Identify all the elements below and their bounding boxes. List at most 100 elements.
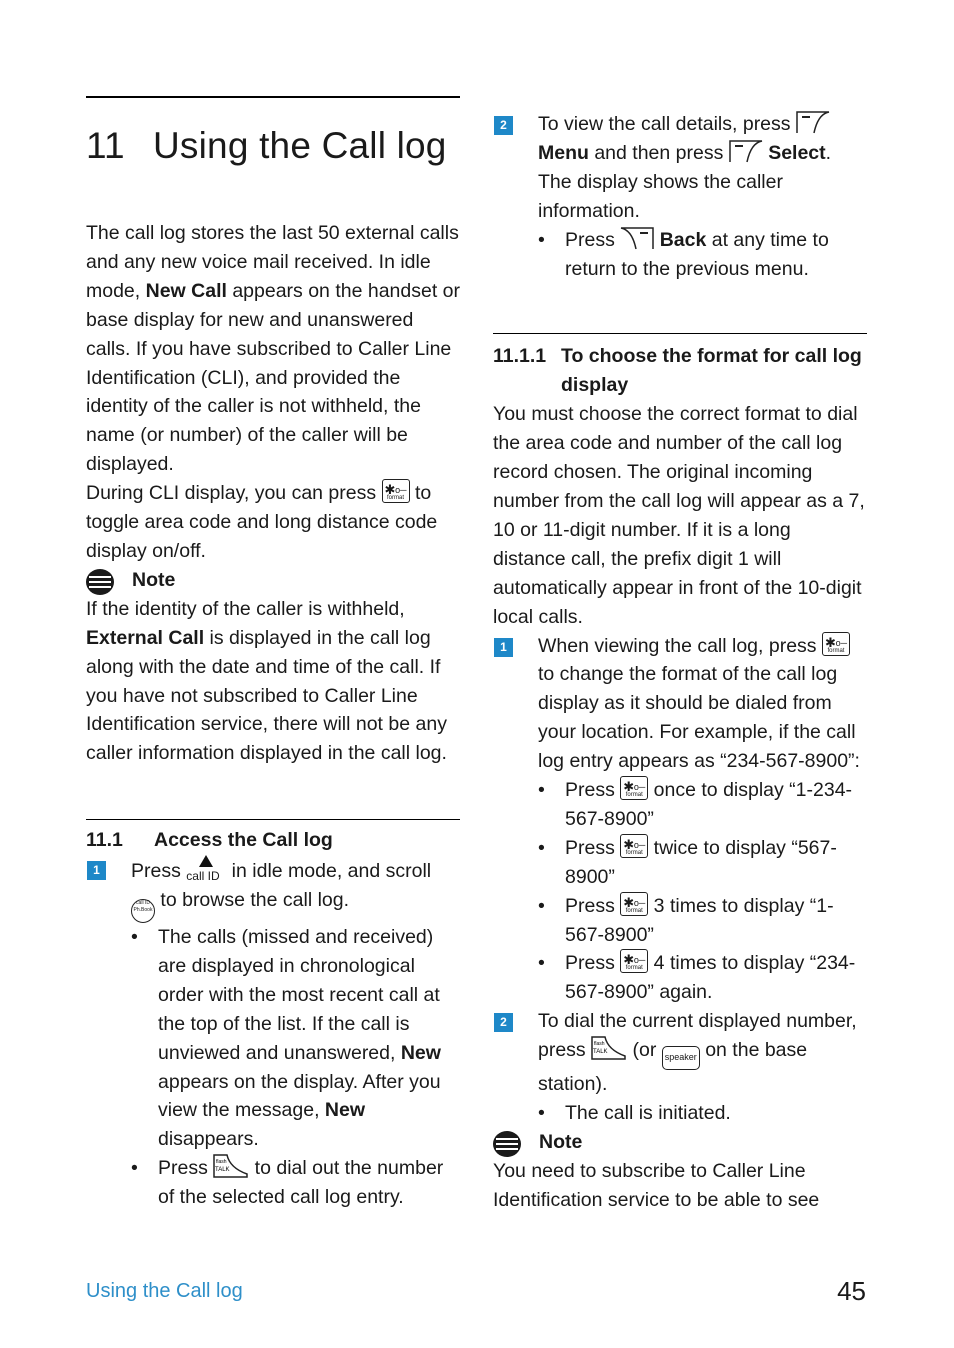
bullet-item: The calls (missed and received) are disp… [131,923,460,1154]
bullet-text-a: Press [565,836,621,859]
note-icon [86,568,114,595]
format-label: format [387,495,405,502]
subsection-title: To choose the format for call log displa… [561,345,862,397]
bullet-text-a: Press [565,228,621,251]
bullet-text-b: appears on the display. After you view t… [158,1070,441,1122]
up-arrow-icon [199,855,214,868]
menu-label: Menu [538,141,589,164]
svg-text:flash: flash [594,1041,605,1047]
left-column: 11 Using the Call log The call log stores… [86,96,460,1212]
talk-key-icon: flash TALK [591,1036,627,1060]
bullet-text-a: Press [158,1157,214,1180]
bullet-text-a: Press [565,894,621,917]
step-text-b: in idle mode, and scroll [226,860,432,883]
page-number: 45 [837,1276,866,1306]
bullet-item: Press Back at any time to return to the … [538,226,867,284]
step-badge: 2 [494,1013,513,1033]
note-label: Note [539,1131,583,1153]
step-text-a: When viewing the call log, press [538,634,822,657]
section-heading-11-1: 11.1 Access the Call log [86,826,460,855]
step-text: When viewing the call log, press ✱ o─ form… [538,631,867,777]
format-step-2: 2 To dial the current displayed number, … [493,1007,867,1128]
nav-bottom-label: Ph.Book [133,907,153,914]
step-text-a: To view the call details, press [538,113,796,135]
call-id-key-icon: call ID [186,855,226,883]
step-text: To dial the current displayed number, pr… [538,1007,867,1099]
chapter-title: 11 Using the Call log [86,124,460,168]
format-label: format [625,849,643,856]
external-call-label: External Call [86,626,205,649]
intro-text-b: appears on the handset or base display f… [86,279,460,476]
format-label: format [625,965,643,972]
bullet-item: Press flashTALK to dial out the number o… [131,1154,460,1212]
step-badge: 2 [494,116,513,135]
svg-text:TALK: TALK [215,1167,230,1173]
footer-section-title: Using the Call log [86,1280,243,1302]
nav-key-icon: call ID Ph.Book [131,899,155,924]
bullet-item: The call is initiated. [538,1099,867,1128]
svg-text:TALK: TALK [593,1049,608,1055]
step-text-b: (or [627,1039,662,1062]
step-text-b: to change the format of the call log dis… [538,663,860,773]
step-badge: 1 [87,861,106,881]
note-icon [493,1131,521,1157]
note-heading: Note [86,566,460,595]
subsection-number: 11.1.1 [493,345,547,368]
back-label: Back [659,228,707,251]
note-text: You need to subscribe to Caller Line Ide… [493,1159,820,1211]
svg-text:flash: flash [216,1159,227,1165]
step-text: Press call ID in idle mode, and scroll c… [131,855,460,924]
step-2: 2 To view the call details, press Menu a… [493,110,867,283]
note-heading: Note [493,1128,867,1157]
bullet-text-c: disappears. [158,1128,259,1151]
note-text-a: If the identity of the caller is withhel… [86,597,405,620]
bullet-item: Press ✱o─format 4 times to display “234-… [538,949,867,1007]
left-softkey-icon [729,139,763,163]
section-number: 11.1 [86,829,123,852]
format-key-icon: ✱ o─ format [381,479,410,504]
cli-paragraph: During CLI display, you can press ✱ o─ for… [86,479,460,566]
new-call-label: New Call [145,279,227,302]
step-badge: 1 [494,637,513,657]
step-text-c: to browse the call log. [155,889,350,912]
step-1: 1 Press call ID in idle mode, and scroll… [86,855,460,1212]
format-label: format [625,907,643,914]
bullet-text-a: Press [565,952,621,975]
nav-top-label: call ID [136,900,150,907]
format-key-icon: ✱ o─ format [620,776,649,801]
step-text: To view the call details, press Menu and… [538,110,867,226]
bullet-item: Press ✱o─format 3 times to display “1-56… [538,891,867,950]
section-heading-11-1-1: 11.1.1 To choose the format for call log … [493,342,867,400]
select-label: Select [768,141,826,164]
talk-key-icon: flash TALK [213,1154,249,1179]
section-title: Access the Call log [154,829,333,852]
bullet-text-a: Press [565,779,621,802]
cli-text-a: During CLI display, you can press [86,482,382,505]
call-id-label: call ID [186,869,220,884]
note-text: If the identity of the caller is withhel… [86,595,460,768]
chapter-top-rule [86,96,460,98]
speaker-key-icon: speaker [661,1046,700,1071]
format-key-icon: ✱ o─ format [821,631,850,656]
step-text-a: Press [131,860,187,883]
left-softkey-icon [796,110,830,134]
format-key-icon: ✱ o─ format [620,891,649,916]
subsection-body: You must choose the correct format to di… [493,403,865,628]
new-label: New [400,1041,441,1064]
chapter-number: 11 [86,125,125,166]
new-label: New [324,1099,366,1122]
chapter-title-text: Using the Call log [153,125,447,166]
format-key-icon: ✱ o─ format [620,833,649,858]
note-label: Note [132,568,176,591]
format-label: format [625,792,643,799]
format-key-icon: ✱ o─ format [620,949,649,974]
bullet-text-a: The calls (missed and received) are disp… [158,926,440,1064]
right-column: 2 To view the call details, press Menu a… [493,110,867,1215]
format-step-1: 1 When viewing the call log, press ✱ o─ fo… [493,631,867,1008]
bullet-item: Press ✱o─format twice to display “567-89… [538,833,867,892]
bullet-item: Press ✱o─format once to display “1-234-5… [538,776,867,834]
format-label: format [827,647,845,654]
intro-paragraph: The call log stores the last 50 external… [86,219,460,479]
step-text-b: and then press [588,141,729,164]
right-softkey-icon [620,226,655,250]
